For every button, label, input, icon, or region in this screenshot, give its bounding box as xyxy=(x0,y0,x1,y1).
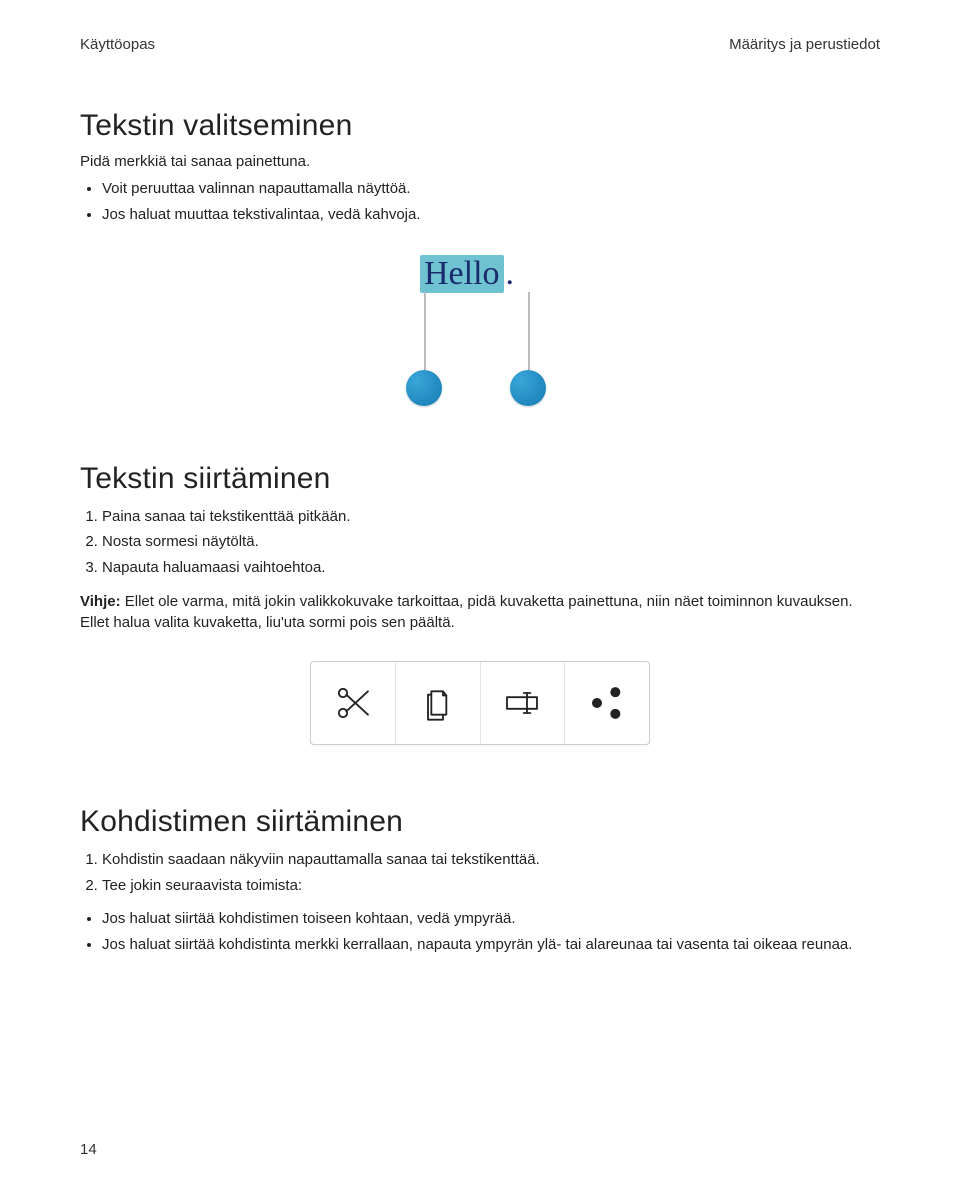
section3-bullet: Jos haluat siirtää kohdistimen toiseen k… xyxy=(102,908,880,930)
section-title-2: Tekstin siirtäminen xyxy=(80,462,880,496)
selected-text-dot: . xyxy=(506,255,515,293)
section3-step: Tee jokin seuraavista toimista: xyxy=(102,875,880,897)
selection-stem-left xyxy=(424,292,426,372)
section2-step: Nosta sormesi näytöltä. xyxy=(102,531,880,553)
selection-stem-right xyxy=(528,292,530,372)
copy-button[interactable] xyxy=(396,662,481,744)
tip-text: Ellet ole varma, mitä jokin valikkokuvak… xyxy=(80,593,853,631)
tip-label: Vihje: xyxy=(80,593,121,610)
share-button[interactable] xyxy=(565,662,649,744)
header-right: Määritys ja perustiedot xyxy=(729,36,880,53)
section2-step: Napauta haluamaasi vaihtoehtoa. xyxy=(102,557,880,579)
edit-toolbar xyxy=(310,661,650,745)
page-number: 14 xyxy=(80,1141,97,1158)
header-left: Käyttöopas xyxy=(80,36,155,53)
section-title-3: Kohdistimen siirtäminen xyxy=(80,805,880,839)
section-title-1: Tekstin valitseminen xyxy=(80,109,880,143)
selection-handle-right xyxy=(510,370,546,406)
selection-handle-left xyxy=(406,370,442,406)
copy-icon xyxy=(418,683,458,723)
section2-tip: Vihje: Ellet ole varma, mitä jokin valik… xyxy=(80,591,880,633)
selected-text: Hello xyxy=(420,255,504,293)
section1-lead: Pidä merkkiä tai sanaa painettuna. xyxy=(80,153,880,170)
figure-text-selection: Hello . xyxy=(380,254,580,414)
rename-icon xyxy=(502,683,542,723)
section1-bullet: Jos haluat muuttaa tekstivalintaa, vedä … xyxy=(102,204,880,226)
rename-button[interactable] xyxy=(481,662,566,744)
cut-icon xyxy=(333,683,373,723)
section3-bullet: Jos haluat siirtää kohdistinta merkki ke… xyxy=(102,934,880,956)
cut-button[interactable] xyxy=(311,662,396,744)
share-icon xyxy=(587,683,627,723)
section2-step: Paina sanaa tai tekstikenttää pitkään. xyxy=(102,506,880,528)
section1-bullet: Voit peruuttaa valinnan napauttamalla nä… xyxy=(102,178,880,200)
section3-step: Kohdistin saadaan näkyviin napauttamalla… xyxy=(102,849,880,871)
